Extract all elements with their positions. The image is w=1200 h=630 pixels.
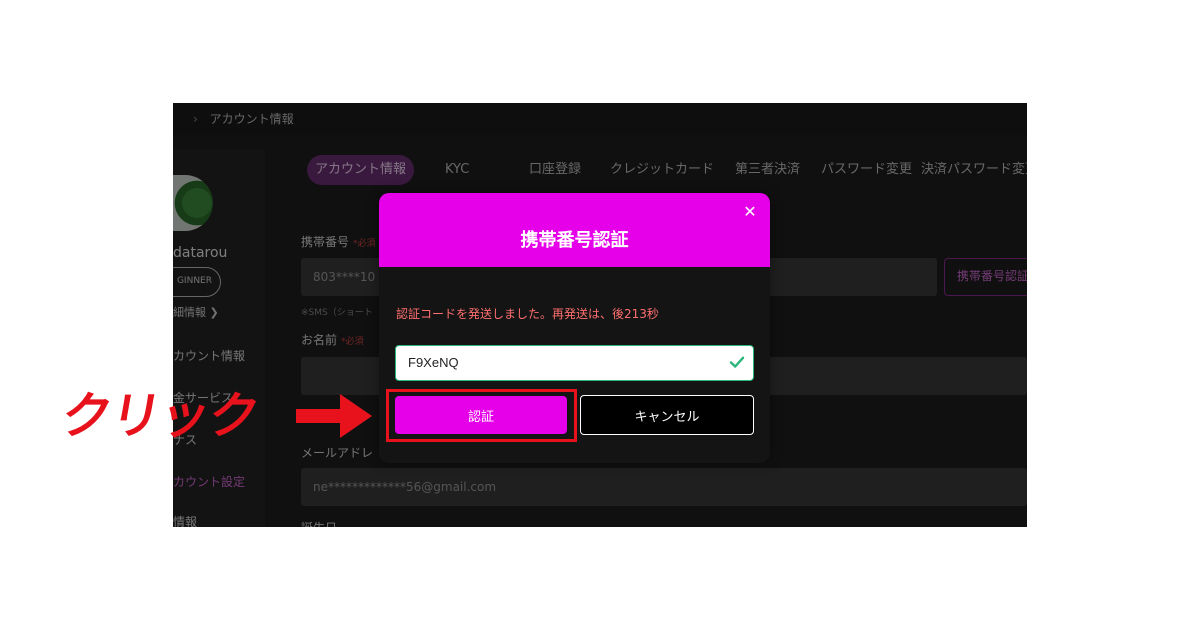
verify-button-highlight [386,389,577,442]
cancel-button[interactable]: キャンセル [580,395,754,435]
modal-title: 携帯番号認証 [520,230,629,251]
arrow-right-icon [296,394,372,438]
close-icon[interactable]: ✕ [742,204,758,220]
check-icon [729,356,745,368]
code-field[interactable] [395,345,754,381]
click-annotation-label: クリック [56,387,264,445]
code-input[interactable] [396,346,716,379]
modal-header: 携帯番号認証 ✕ [379,193,770,267]
resend-message: 認証コードを発送しました。再発送は、後213秒 [396,307,659,321]
stage: › アカウント情報 datarou GINNER 細情報 ❯ カウント情報 金サ… [0,0,1200,630]
